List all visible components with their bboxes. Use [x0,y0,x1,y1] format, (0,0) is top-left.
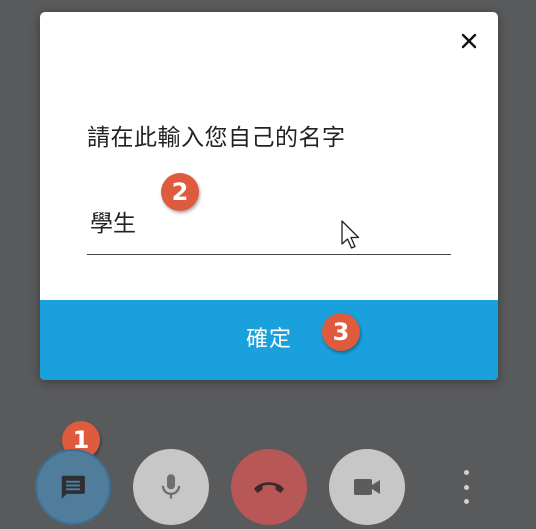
chat-button[interactable] [35,449,111,525]
close-icon [461,33,477,49]
mouse-cursor-icon [341,220,360,249]
more-vertical-icon [463,470,469,475]
name-prompt: 請在此輸入您自己的名字 [87,125,346,151]
more-options-button[interactable] [452,470,480,504]
microphone-button[interactable] [133,449,209,525]
microphone-icon [161,474,181,499]
phone-hangup-icon [254,482,284,493]
name-input-value: 學生 [90,211,136,237]
confirm-button[interactable]: 確定 [40,300,498,380]
name-input[interactable]: 學生 [87,192,451,255]
hang-up-button[interactable] [231,449,307,525]
chat-icon [61,475,85,499]
video-camera-icon [354,479,380,495]
close-button[interactable] [458,30,480,52]
step-badge-3: 3 [322,313,360,351]
video-button[interactable] [329,449,405,525]
name-dialog: 請在此輸入您自己的名字 學生 確定 [40,12,498,380]
step-badge-2: 2 [161,173,199,211]
